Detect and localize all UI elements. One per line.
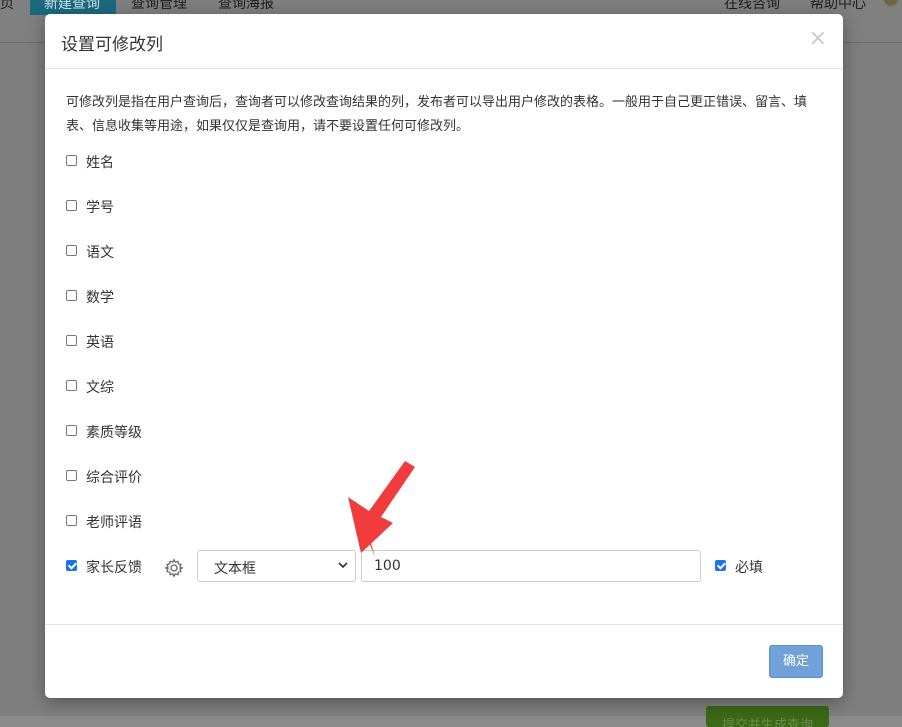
column-checkbox-checked[interactable] xyxy=(66,560,77,571)
column-label: 老师评语 xyxy=(86,515,142,531)
modal-header: 设置可修改列 × xyxy=(45,14,843,69)
column-label: 英语 xyxy=(86,335,114,351)
column-checkbox[interactable] xyxy=(66,200,77,211)
ok-button[interactable]: 确定 xyxy=(769,645,823,678)
column-label: 文综 xyxy=(86,380,114,396)
nav-item-home[interactable]: 页 xyxy=(0,0,14,14)
submit-query-button[interactable]: 提交并生成查询 xyxy=(706,706,829,727)
modal-title: 设置可修改列 xyxy=(61,35,163,55)
column-label: 语文 xyxy=(86,245,114,261)
avatar[interactable] xyxy=(884,0,898,6)
column-label: 素质等级 xyxy=(86,425,142,441)
nav-item-new-query-active[interactable]: 新建查询 xyxy=(30,0,116,15)
nav-item-query-manage[interactable]: 查询管理 xyxy=(131,0,187,14)
column-checkbox[interactable] xyxy=(66,245,77,256)
editable-columns-modal: 设置可修改列 × 可修改列是指在用户查询后，查询者可以修改查询结果的列，发布者可… xyxy=(45,14,843,698)
field-type-select[interactable]: 文本框 xyxy=(197,550,356,582)
nav-item-query-poster[interactable]: 查询海报 xyxy=(218,0,274,14)
gear-icon[interactable] xyxy=(164,558,184,578)
column-label: 综合评价 xyxy=(86,470,142,486)
column-checkbox[interactable] xyxy=(66,290,77,301)
modal-footer: 确定 xyxy=(45,624,843,699)
column-checkbox[interactable] xyxy=(66,380,77,391)
column-checkbox[interactable] xyxy=(66,425,77,436)
nav-item-online-consult[interactable]: 在线咨询 xyxy=(724,0,780,14)
column-checkbox[interactable] xyxy=(66,470,77,481)
required-checkbox[interactable] xyxy=(715,560,726,571)
column-label: 学号 xyxy=(86,200,114,216)
column-label: 姓名 xyxy=(86,155,114,171)
column-label: 数学 xyxy=(86,290,114,306)
column-label: 家长反馈 xyxy=(86,560,142,576)
nav-item-new-query-label: 新建查询 xyxy=(44,0,100,12)
column-checkbox[interactable] xyxy=(66,335,77,346)
modal-description: 可修改列是指在用户查询后，查询者可以修改查询结果的列，发布者可以导出用户修改的表… xyxy=(66,95,808,134)
annotation-arrow-icon xyxy=(348,461,415,557)
submit-query-label: 提交并生成查询 xyxy=(721,718,813,727)
nav-item-help-center[interactable]: 帮助中心 xyxy=(810,0,866,14)
column-checkbox[interactable] xyxy=(66,515,77,526)
close-icon[interactable]: × xyxy=(809,26,827,52)
required-label: 必填 xyxy=(735,560,763,576)
field-type-selected: 文本框 xyxy=(214,561,256,577)
column-checkbox[interactable] xyxy=(66,155,77,166)
